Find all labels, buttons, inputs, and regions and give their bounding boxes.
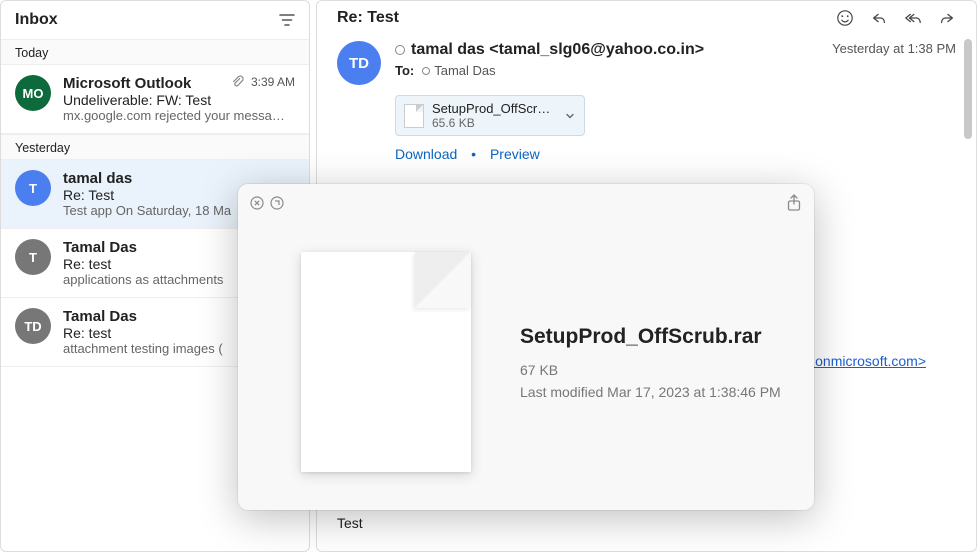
group-today: Today xyxy=(1,39,309,65)
scrollbar-thumb[interactable] xyxy=(964,39,972,139)
group-yesterday: Yesterday xyxy=(1,134,309,160)
message-subject: Re: Test xyxy=(337,9,399,27)
chevron-down-icon[interactable] xyxy=(564,110,576,122)
reply-icon[interactable] xyxy=(870,9,888,27)
reply-all-icon[interactable] xyxy=(904,9,922,27)
file-icon xyxy=(404,104,424,128)
avatar: TD xyxy=(337,41,381,85)
forward-icon[interactable] xyxy=(938,9,956,27)
from: tamal das <tamal_slg06@yahoo.co.in> xyxy=(411,41,704,59)
share-icon[interactable] xyxy=(786,194,802,212)
time: 3:39 AM xyxy=(251,75,295,89)
attachment-icon xyxy=(231,75,245,89)
attachment-name: SetupProd_OffScrub… xyxy=(432,101,556,116)
quicklook-size: 67 KB xyxy=(520,359,796,381)
sender: Microsoft Outlook xyxy=(63,75,191,92)
quicklook-filename: SetupProd_OffScrub.rar xyxy=(520,325,796,349)
presence-icon xyxy=(395,45,405,55)
message-timestamp: Yesterday at 1:38 PM xyxy=(832,41,956,85)
avatar: MO xyxy=(15,75,51,111)
to-value: Tamal Das xyxy=(434,63,495,78)
folder-title: Inbox xyxy=(15,11,58,29)
avatar: TD xyxy=(15,308,51,344)
sender: tamal das xyxy=(63,170,132,187)
quicklook-modified: Last modified Mar 17, 2023 at 1:38:46 PM xyxy=(520,381,796,403)
emoji-icon[interactable] xyxy=(836,9,854,27)
avatar: T xyxy=(15,239,51,275)
preview-link[interactable]: Preview xyxy=(490,146,540,162)
preview: mx.google.com rejected your messa… xyxy=(63,108,295,123)
quicklook-window: SetupProd_OffScrub.rar 67 KB Last modifi… xyxy=(238,184,814,510)
presence-icon xyxy=(422,67,430,75)
avatar: T xyxy=(15,170,51,206)
separator-dot: • xyxy=(471,146,476,162)
sender: Tamal Das xyxy=(63,239,137,256)
scrollbar[interactable] xyxy=(962,9,972,543)
sender: Tamal Das xyxy=(63,308,137,325)
fullscreen-icon[interactable] xyxy=(270,196,284,210)
subject: Undeliverable: FW: Test xyxy=(63,92,295,108)
to-label: To: xyxy=(395,63,414,78)
close-icon[interactable] xyxy=(250,196,264,210)
attachment-chip[interactable]: SetupProd_OffScrub… 65.6 KB xyxy=(395,95,585,136)
filter-icon[interactable] xyxy=(279,12,295,28)
quoted-link-fragment[interactable]: .onmicrosoft.com> xyxy=(811,353,926,369)
download-link[interactable]: Download xyxy=(395,146,457,162)
file-icon xyxy=(301,252,471,472)
message-item[interactable]: MO Microsoft Outlook 3:39 AM Undeliverab… xyxy=(1,65,309,134)
attachment-size: 65.6 KB xyxy=(432,116,556,130)
